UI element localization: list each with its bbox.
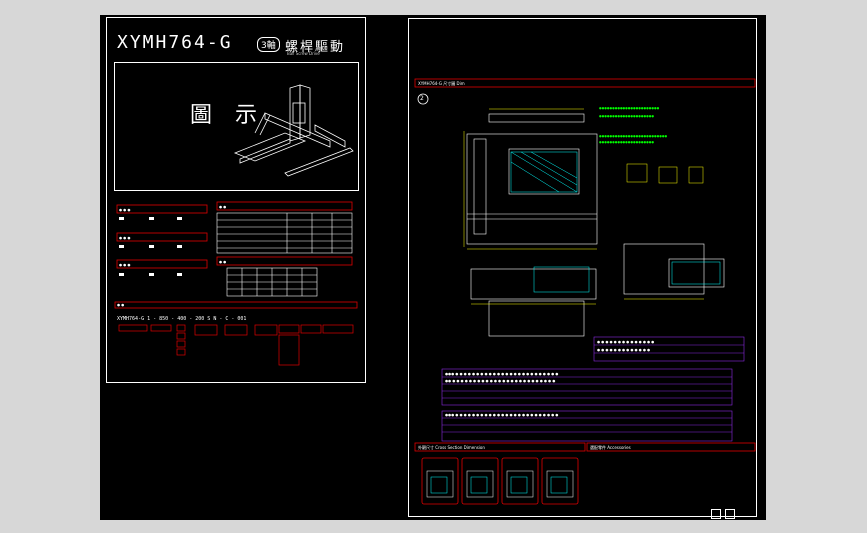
svg-text:●●●●●●●●●●●●●●●●●●●●●●●: ●●●●●●●●●●●●●●●●●●●●●●● [599, 106, 660, 110]
robot-isometric-drawing [233, 84, 354, 177]
svg-text:●●● ● ● ● ● ● ● ● ● ● ● ● ● ●: ●●● ● ● ● ● ● ● ● ● ● ● ● ● ● ● ● ● ● ● … [445, 372, 558, 376]
svg-text:● ●: ● ● [117, 303, 124, 307]
svg-text:● ●: ● ● [219, 260, 226, 264]
viewport-corner-marker [711, 509, 721, 519]
drive-subtitle: Ball Screw Drive [287, 51, 320, 56]
model-title: XYMH764-G [117, 32, 233, 53]
right-drawing-sheet: XYMH764-G 尺寸圖 Dim 外觀尺寸 Cross Section Dim… [408, 18, 757, 517]
svg-text:● ● ●: ● ● ● [119, 236, 130, 240]
svg-text:●●●●●●●●●●●●●●●●●●●●●: ●●●●●●●●●●●●●●●●●●●●● [599, 114, 654, 118]
svg-text:● ● ● ● ● ● ● ● ● ● ● ● ● ●: ● ● ● ● ● ● ● ● ● ● ● ● ● ● [597, 340, 654, 344]
dimension-drawing: XYMH764-G 尺寸圖 Dim 外觀尺寸 Cross Section Dim… [414, 78, 756, 505]
viewport-corner-marker [725, 509, 735, 519]
svg-text:外觀尺寸 Cross Section Dimension: 外觀尺寸 Cross Section Dimension [418, 444, 485, 450]
illustration-box: 圖 示 [114, 62, 359, 191]
svg-text:XYMH764-G 1 - 850 - 400 - 200: XYMH764-G 1 - 850 - 400 - 200 S N - C - … [117, 316, 246, 322]
svg-text:● ● ●: ● ● ● [119, 263, 130, 267]
svg-text:● ●: ● ● [219, 205, 226, 209]
svg-text:● ● ● ● ● ● ● ● ● ● ● ● ●: ● ● ● ● ● ● ● ● ● ● ● ● ● [597, 348, 650, 352]
spec-tables: ● ● ● ● ● ● ● ● ● ● ● ● ● ● ● XYMH764-G … [114, 201, 358, 366]
svg-text:選配零件 Accessories: 選配零件 Accessories [590, 444, 631, 450]
svg-text:●●● ● ● ● ● ● ● ● ● ● ● ● ● ●: ●●● ● ● ● ● ● ● ● ● ● ● ● ● ● ● ● ● ● ● … [445, 413, 558, 417]
svg-text:● ● ●: ● ● ● [119, 208, 130, 212]
svg-text:XYMH764-G 尺寸圖 Dim: XYMH764-G 尺寸圖 Dim [418, 80, 465, 86]
svg-text:●●●●●●●●●●●●●●●●●●●●●●●●●●: ●●●●●●●●●●●●●●●●●●●●●●●●●● [599, 134, 667, 138]
left-drawing-sheet: XYMH764-G 3軸 螺桿驅動 Ball Screw Drive 圖 示 ●… [106, 17, 366, 383]
section-mark: 2 [420, 95, 424, 102]
cad-viewport[interactable]: XYMH764-G 3軸 螺桿驅動 Ball Screw Drive 圖 示 ●… [100, 15, 766, 520]
svg-text:●● ● ● ● ● ● ● ● ● ● ● ● ● ● ●: ●● ● ● ● ● ● ● ● ● ● ● ● ● ● ● ● ● ● ● ●… [445, 379, 555, 383]
axis-badge: 3軸 [257, 37, 280, 52]
svg-text:●●●●●●●●●●●●●●●●●●●●●: ●●●●●●●●●●●●●●●●●●●●● [599, 140, 654, 144]
